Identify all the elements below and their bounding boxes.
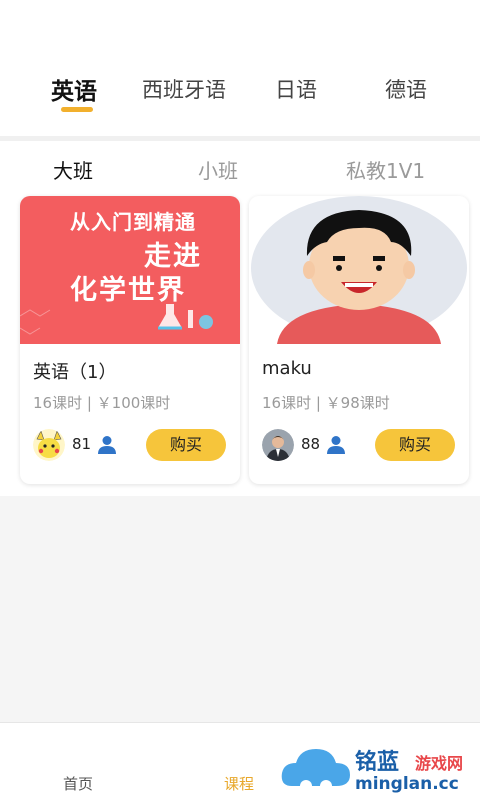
course-banner: 从入门到精通 走进 化学世界 xyxy=(20,196,240,344)
watermark-logo: 铭蓝 游戏网 minglan.cc xyxy=(280,740,480,800)
enroll-count: 88 xyxy=(301,435,321,453)
divider xyxy=(0,136,480,141)
course-meta: 16课时 | ￥100课时 xyxy=(33,394,171,412)
cartoon-boy-image xyxy=(249,196,469,344)
enroll-count: 81 xyxy=(72,435,92,453)
course-card[interactable]: 从入门到精通 走进 化学世界 英语（1） 16课时 | ￥100课时 81 购买 xyxy=(20,196,240,484)
content-panel: 英语 西班牙语 日语 德语 大班 小班 私教1V1 从入门到精通 走进 化学世界… xyxy=(0,0,480,496)
tab-german[interactable]: 德语 xyxy=(385,74,427,104)
language-tabs: 英语 西班牙语 日语 德语 xyxy=(0,64,480,120)
cloud-logo-icon xyxy=(281,749,350,792)
pikachu-avatar-icon xyxy=(33,429,65,461)
avatar xyxy=(262,429,294,461)
buy-button[interactable]: 购买 xyxy=(375,429,455,461)
banner-headline: 从入门到精通 xyxy=(70,210,196,234)
nav-courses[interactable]: 课程 xyxy=(224,773,254,794)
tab-large-class[interactable]: 大班 xyxy=(53,155,93,184)
course-banner xyxy=(249,196,469,344)
tab-private-1v1[interactable]: 私教1V1 xyxy=(346,155,425,184)
tab-english[interactable]: 英语 xyxy=(51,72,97,106)
banner-line-three: 化学世界 xyxy=(70,275,186,306)
nav-home[interactable]: 首页 xyxy=(63,773,93,794)
tab-japanese[interactable]: 日语 xyxy=(275,74,317,104)
buy-button[interactable]: 购买 xyxy=(146,429,226,461)
teacher-avatar-icon xyxy=(262,429,294,461)
watermark-tag: 游戏网 xyxy=(415,754,464,773)
class-type-tabs: 大班 小班 私教1V1 xyxy=(0,150,480,186)
course-title: 英语（1） xyxy=(33,362,117,383)
tab-small-class[interactable]: 小班 xyxy=(198,155,238,184)
course-meta: 16课时 | ￥98课时 xyxy=(262,394,390,412)
tab-spanish[interactable]: 西班牙语 xyxy=(142,74,226,104)
person-icon xyxy=(98,436,116,454)
active-tab-indicator xyxy=(61,107,93,112)
person-icon xyxy=(327,436,345,454)
course-title: maku xyxy=(262,358,312,379)
watermark-domain: minglan.cc xyxy=(355,774,459,794)
avatar xyxy=(33,429,65,461)
watermark-brand: 铭蓝 xyxy=(355,750,400,775)
course-card[interactable]: maku 16课时 | ￥98课时 88 购买 xyxy=(249,196,469,484)
